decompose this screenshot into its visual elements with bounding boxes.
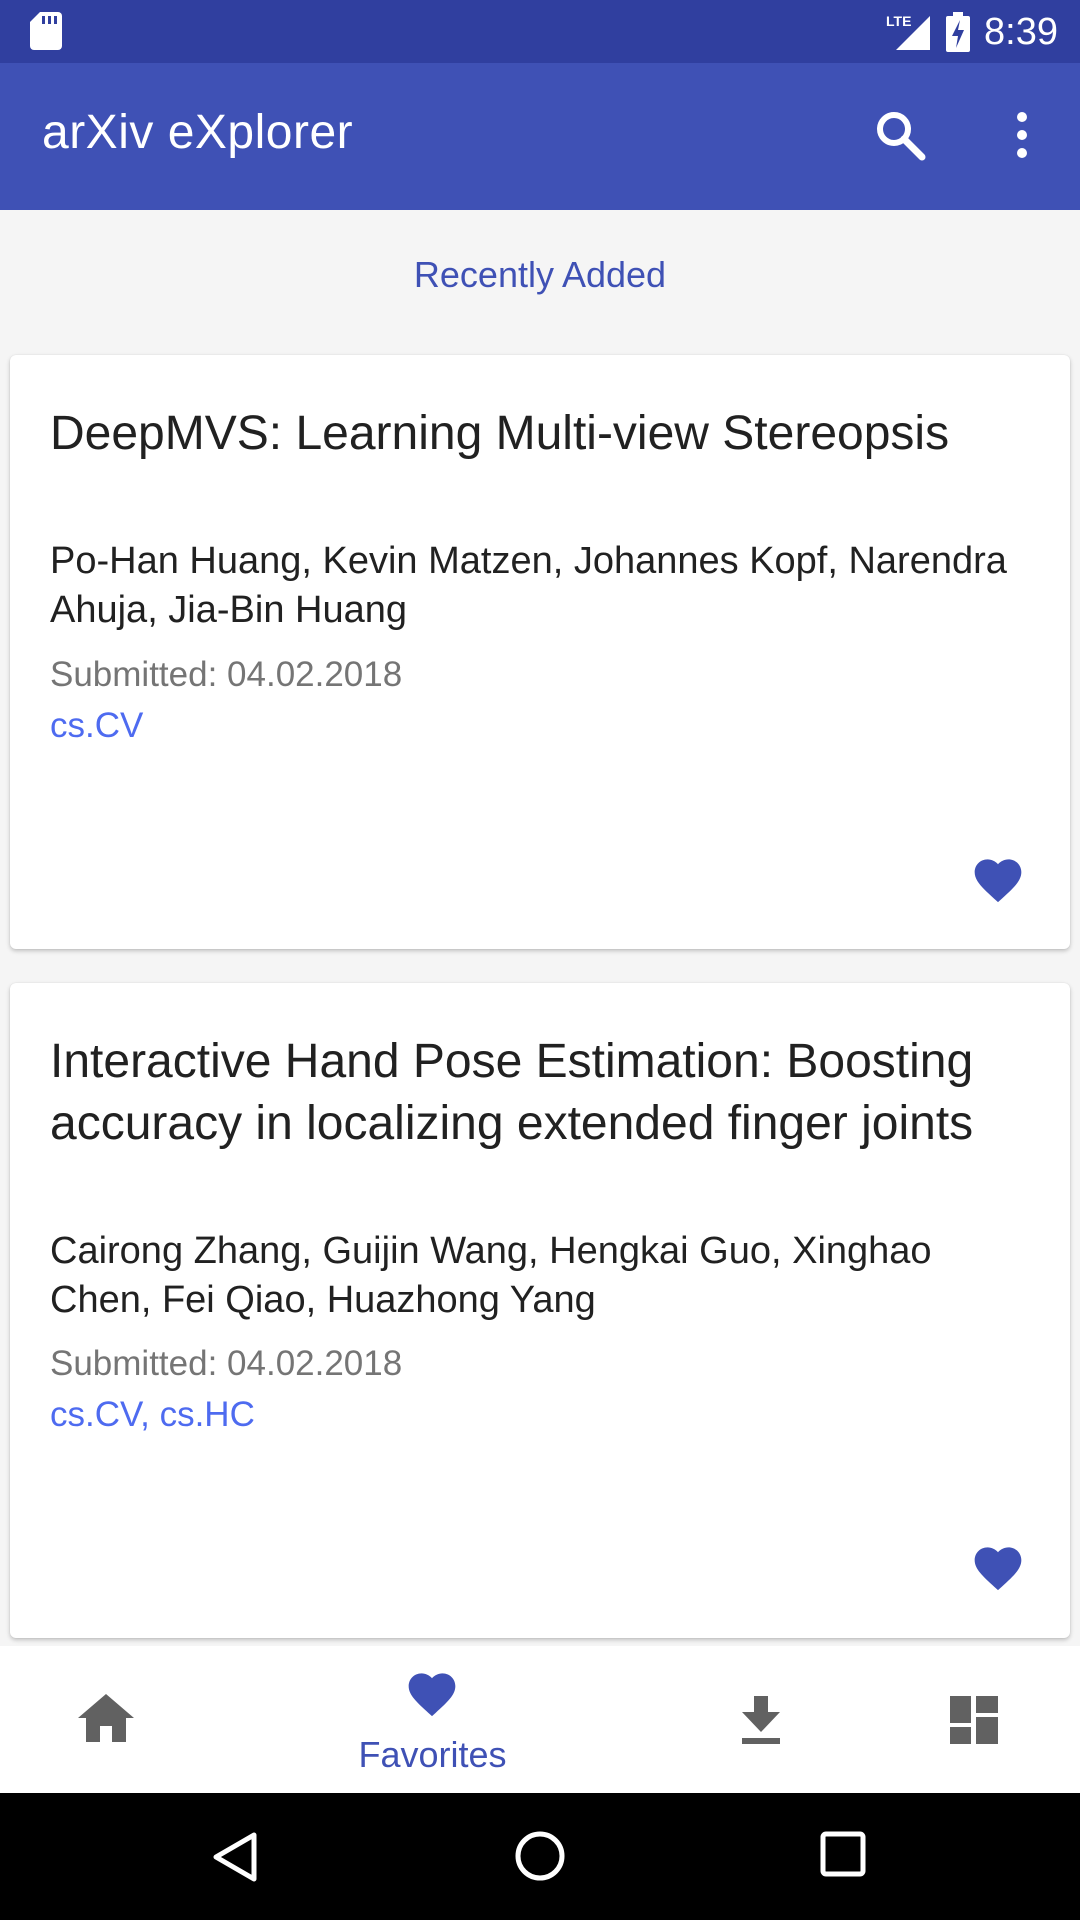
- heart-icon: [408, 1673, 456, 1717]
- sd-card-icon: [30, 12, 62, 50]
- search-icon[interactable]: [874, 109, 926, 161]
- download-icon: [742, 1696, 780, 1744]
- home-circle-icon[interactable]: [514, 1830, 566, 1882]
- network-type-label: LTE: [886, 13, 911, 29]
- signal-icon: LTE: [886, 13, 931, 50]
- nav-item-favorites[interactable]: Favorites: [330, 1646, 535, 1793]
- favorite-heart-icon[interactable]: [970, 1540, 1026, 1592]
- paper-title: DeepMVS: Learning Multi-view Stereopsis: [50, 407, 950, 460]
- clock: 8:39: [984, 10, 1058, 53]
- bottom-navigation: Favorites: [0, 1646, 1080, 1793]
- nav-item-dashboard[interactable]: [910, 1646, 1040, 1793]
- status-bar: LTE 8:39: [0, 0, 1080, 63]
- paper-categories[interactable]: cs.CV: [50, 706, 143, 746]
- favorite-heart-icon[interactable]: [970, 852, 1026, 904]
- paper-card[interactable]: Interactive Hand Pose Estimation: Boosti…: [10, 983, 1070, 1638]
- nav-item-home[interactable]: [40, 1646, 175, 1793]
- nav-label-favorites: Favorites: [358, 1734, 507, 1775]
- paper-authors: Po-Han Huang, Kevin Matzen, Johannes Kop…: [50, 540, 1007, 631]
- app-bar: arXiv eXplorer: [0, 63, 1080, 210]
- dashboard-icon: [950, 1696, 998, 1744]
- paper-card[interactable]: DeepMVS: Learning Multi-view Stereopsis …: [10, 355, 1070, 949]
- battery-charging-icon: [946, 12, 971, 52]
- paper-submitted-date: Submitted: 04.02.2018: [50, 1344, 403, 1383]
- paper-submitted-date: Submitted: 04.02.2018: [50, 655, 403, 694]
- app-title: arXiv eXplorer: [42, 106, 354, 159]
- recents-icon[interactable]: [820, 1831, 866, 1877]
- paper-categories[interactable]: cs.CV, cs.HC: [50, 1395, 255, 1435]
- home-icon: [78, 1694, 134, 1742]
- nav-item-downloads[interactable]: [700, 1646, 820, 1793]
- back-icon[interactable]: [212, 1831, 258, 1883]
- paper-authors: Cairong Zhang, Guijin Wang, Hengkai Guo,…: [50, 1230, 932, 1321]
- more-vert-icon[interactable]: [1000, 109, 1044, 161]
- section-title: Recently Added: [413, 254, 667, 295]
- paper-title: Interactive Hand Pose Estimation: Boosti…: [50, 1035, 974, 1150]
- system-navigation-bar: [0, 1793, 1080, 1920]
